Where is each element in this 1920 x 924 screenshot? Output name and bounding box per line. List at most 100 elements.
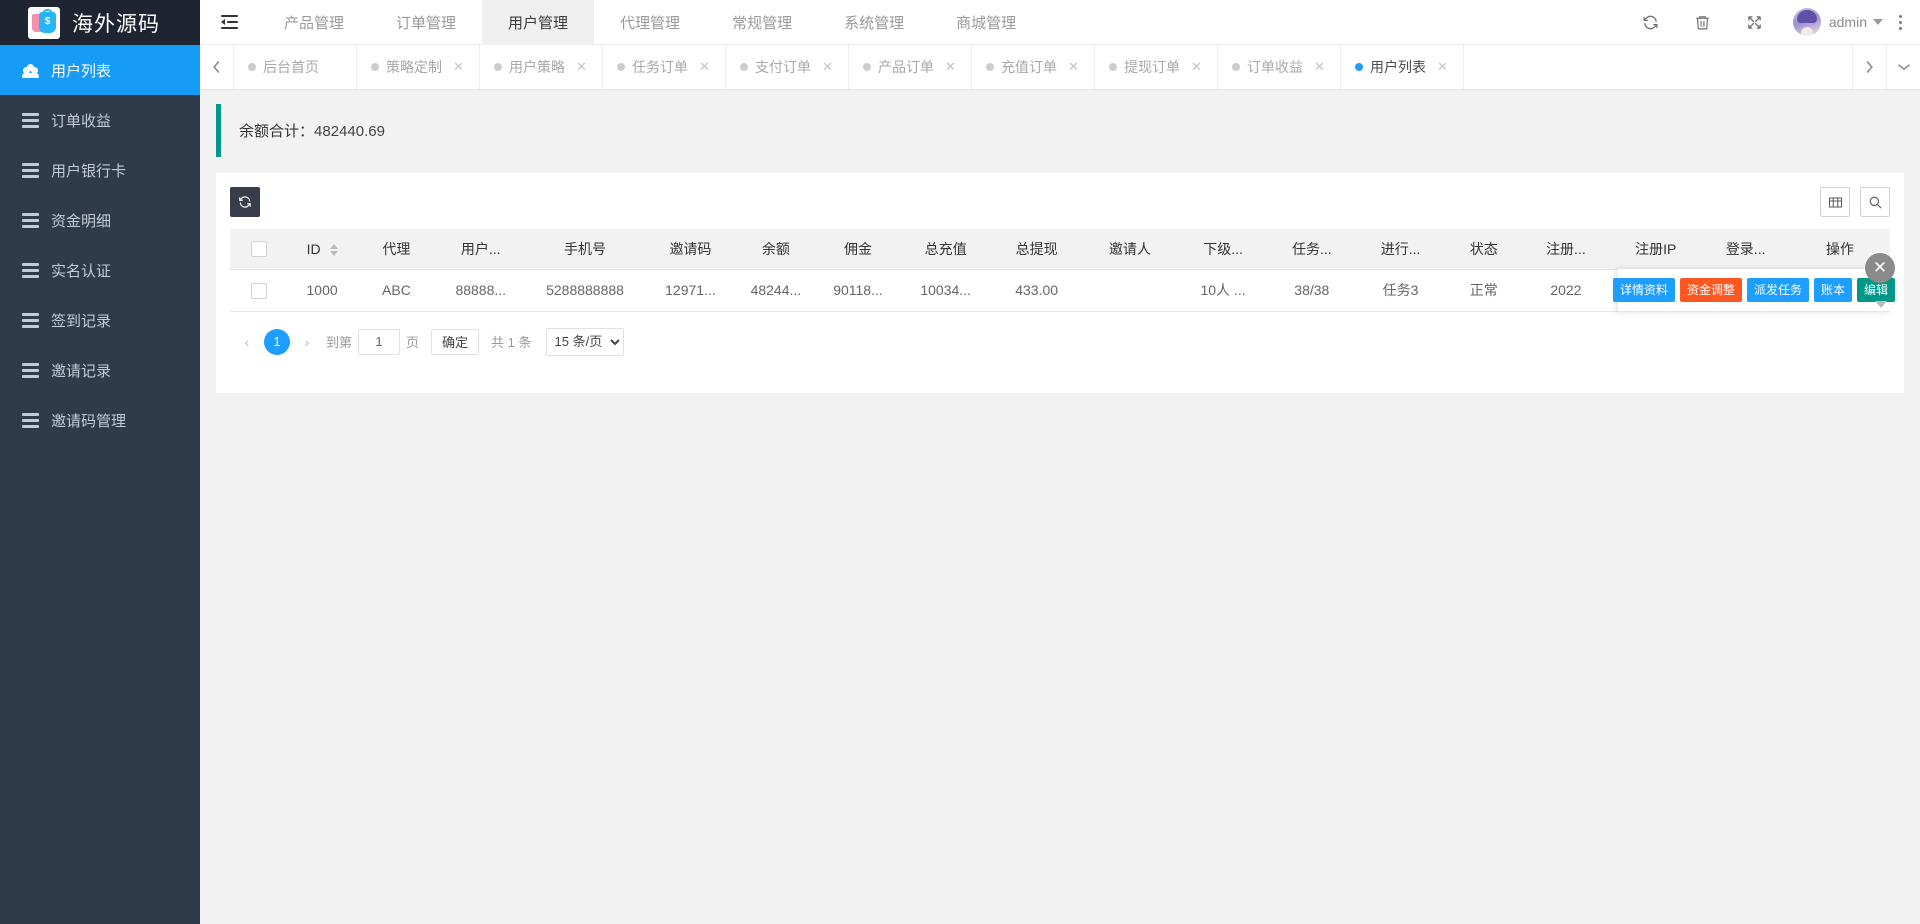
tab-label: 充值订单	[1001, 57, 1057, 77]
balance-summary-value: 482440.69	[314, 123, 385, 140]
tab-close-icon[interactable]: ✕	[1436, 59, 1449, 75]
column-header-subordinate: 下级...	[1178, 229, 1269, 269]
refresh-icon	[238, 195, 252, 209]
tab-status-dot	[617, 63, 625, 71]
goto-page-input[interactable]	[358, 329, 400, 355]
sort-icon[interactable]	[330, 244, 338, 256]
balance-summary-bar: 余额合计：482440.69	[216, 104, 1904, 157]
tab-close-icon[interactable]: ✕	[452, 59, 465, 75]
tab-close-icon[interactable]: ✕	[1190, 59, 1203, 75]
brand-name: 海外源码	[72, 8, 160, 38]
nav-item-product-management[interactable]: 产品管理	[258, 0, 370, 44]
row-checkbox[interactable]	[251, 283, 267, 299]
tab-scroll-right-button[interactable]	[1852, 45, 1886, 89]
refresh-icon	[1642, 14, 1659, 31]
tab-recharge-order[interactable]: 充值订单 ✕	[972, 45, 1095, 89]
ledger-button[interactable]: 账本	[1814, 278, 1852, 302]
assign-task-button[interactable]: 派发任务	[1747, 278, 1809, 302]
kebab-menu-icon[interactable]	[1899, 15, 1902, 30]
column-header-id[interactable]: ID	[288, 229, 357, 269]
select-all-checkbox[interactable]	[251, 241, 267, 257]
page-size-select[interactable]: 15 条/页	[546, 328, 624, 356]
nav-item-general-management[interactable]: 常规管理	[706, 0, 818, 44]
sidebar-item-fund-details[interactable]: 资金明细	[0, 195, 200, 245]
brand-header: 海外源码	[0, 0, 200, 45]
nav-item-system-management[interactable]: 系统管理	[818, 0, 930, 44]
tab-user-strategy[interactable]: 用户策略 ✕	[480, 45, 603, 89]
sidebar-item-checkin-records[interactable]: 签到记录	[0, 295, 200, 345]
close-icon: ✕	[1873, 258, 1887, 278]
nav-item-mall-management[interactable]: 商城管理	[930, 0, 1042, 44]
sidebar-item-invite-records[interactable]: 邀请记录	[0, 345, 200, 395]
clear-cache-button[interactable]	[1677, 0, 1729, 45]
tab-product-order[interactable]: 产品订单 ✕	[849, 45, 972, 89]
page-number-1[interactable]: 1	[264, 329, 290, 355]
users-icon	[22, 62, 39, 78]
tab-close-icon[interactable]: ✕	[821, 59, 834, 75]
pagination: ‹ 1 › 到第 页 确定 共 1 条 15 条/页	[230, 312, 1890, 362]
chevron-down-icon	[1897, 62, 1911, 72]
prev-page-button[interactable]: ‹	[234, 328, 260, 356]
sidebar-toggle-button[interactable]	[200, 0, 258, 44]
tab-scroll-left-button[interactable]	[200, 45, 234, 89]
fund-adjust-button[interactable]: 资金调整	[1680, 278, 1742, 302]
column-header-balance: 余额	[736, 229, 816, 269]
search-button[interactable]	[1860, 187, 1890, 217]
cell-status: 正常	[1446, 269, 1521, 311]
sidebar-item-user-bank-card[interactable]: 用户银行卡	[0, 145, 200, 195]
tab-strip-controls	[1852, 45, 1920, 89]
refresh-button[interactable]	[1625, 0, 1677, 45]
tab-status-dot	[494, 63, 502, 71]
row-select-cell	[230, 269, 288, 311]
user-avatar[interactable]	[1793, 8, 1821, 36]
tab-close-icon[interactable]: ✕	[1313, 59, 1326, 75]
column-header-total-withdraw: 总提现	[991, 229, 1082, 269]
tab-label: 产品订单	[878, 57, 934, 77]
main-area: 产品管理 订单管理 用户管理 代理管理 常规管理 系统管理 商城管理	[200, 0, 1920, 924]
sidebar-item-label: 用户列表	[51, 60, 111, 81]
nav-item-order-management[interactable]: 订单管理	[370, 0, 482, 44]
cell-progress: 任务3	[1355, 269, 1446, 311]
tab-user-list[interactable]: 用户列表 ✕	[1341, 45, 1464, 89]
tab-close-icon[interactable]: ✕	[1067, 59, 1080, 75]
next-page-button[interactable]: ›	[294, 328, 320, 356]
cell-register-time: 2022	[1522, 269, 1611, 311]
close-overlay-button[interactable]: ✕	[1865, 253, 1895, 283]
chevron-left-icon	[211, 60, 222, 74]
nav-item-user-management[interactable]: 用户管理	[482, 0, 594, 44]
chevron-down-icon[interactable]	[1875, 301, 1887, 308]
sidebar-item-invite-code-management[interactable]: 邀请码管理	[0, 395, 200, 445]
cell-subordinate: 10人 ...	[1178, 269, 1269, 311]
column-header-total-recharge: 总充值	[900, 229, 991, 269]
tab-backend-home[interactable]: 后台首页 ✕	[234, 45, 357, 89]
tab-task-order[interactable]: 任务订单 ✕	[603, 45, 726, 89]
table-refresh-button[interactable]	[230, 187, 260, 217]
tab-close-icon[interactable]: ✕	[698, 59, 711, 75]
tab-label: 策略定制	[386, 57, 442, 77]
column-filter-button[interactable]	[1820, 187, 1850, 217]
chevron-down-icon[interactable]	[1873, 19, 1883, 25]
nav-item-agent-management[interactable]: 代理管理	[594, 0, 706, 44]
goto-confirm-button[interactable]: 确定	[431, 329, 479, 355]
cell-total-withdraw: 433.00	[991, 269, 1082, 311]
tab-dropdown-button[interactable]	[1886, 45, 1920, 89]
detail-info-button[interactable]: 详情资料	[1613, 278, 1675, 302]
table-toolbar	[230, 187, 1890, 217]
tab-order-earnings[interactable]: 订单收益 ✕	[1218, 45, 1341, 89]
action-buttons-row: 详情资料 资金调整 派发任务 账本 编辑	[1618, 269, 1890, 311]
list-icon	[22, 163, 39, 178]
column-header-task: 任务...	[1269, 229, 1356, 269]
tab-close-icon[interactable]: ✕	[575, 59, 588, 75]
tab-strategy-custom[interactable]: 策略定制 ✕	[357, 45, 480, 89]
fullscreen-button[interactable]	[1729, 0, 1781, 45]
tab-withdraw-order[interactable]: 提现订单 ✕	[1095, 45, 1218, 89]
sidebar-item-user-list[interactable]: 用户列表	[0, 45, 200, 95]
table-header-row: ID 代理 用户... 手机号 邀请码 余额 佣金 总充值 总提现	[230, 229, 1890, 269]
sidebar-item-real-name-auth[interactable]: 实名认证	[0, 245, 200, 295]
sidebar-item-order-earnings[interactable]: 订单收益	[0, 95, 200, 145]
cell-invite-code: 12971...	[645, 269, 736, 311]
tab-close-icon[interactable]: ✕	[944, 59, 957, 75]
cell-balance: 48244...	[736, 269, 816, 311]
column-header-invite-code: 邀请码	[645, 229, 736, 269]
tab-payment-order[interactable]: 支付订单 ✕	[726, 45, 849, 89]
